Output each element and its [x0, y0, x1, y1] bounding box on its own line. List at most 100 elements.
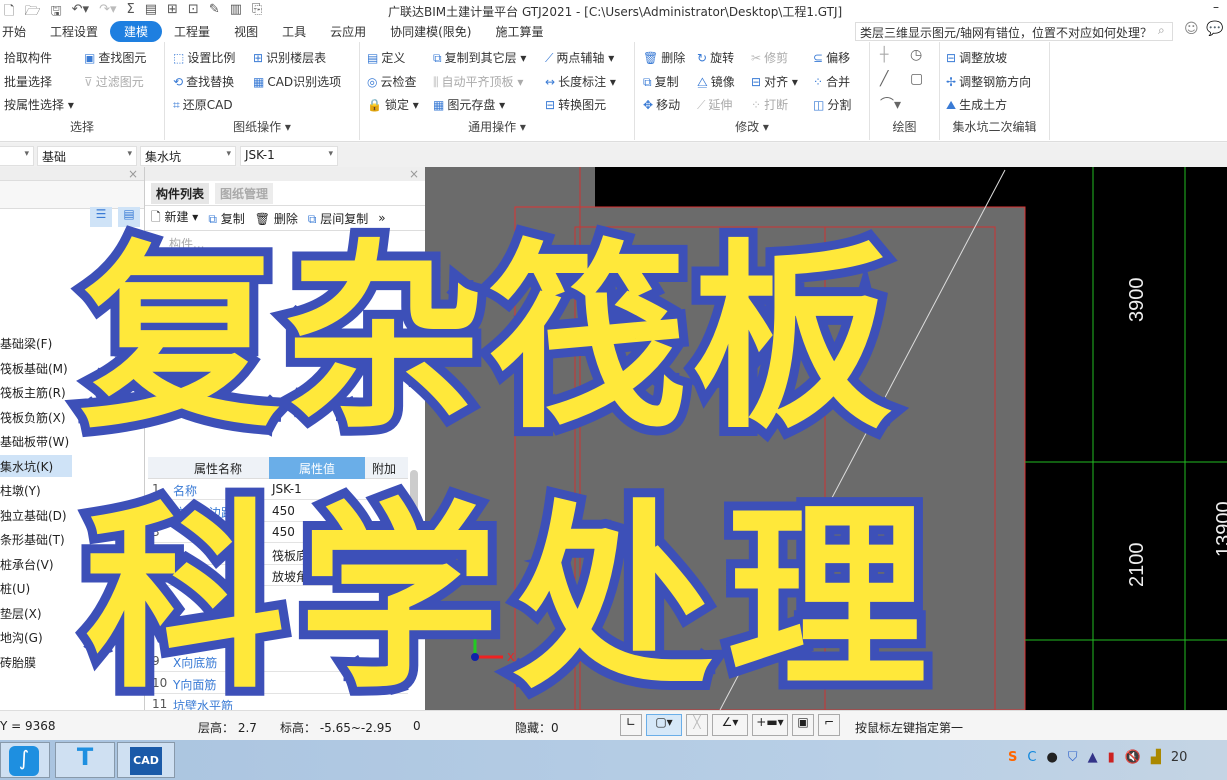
- display-icon[interactable]: ▣: [792, 714, 814, 736]
- type-select[interactable]: 集水坑: [140, 146, 236, 166]
- tree-item[interactable]: 条形基础(T): [0, 528, 72, 550]
- taskbar-app-glodon[interactable]: ∫: [0, 742, 50, 778]
- tab-quantity[interactable]: 工程量: [162, 23, 222, 40]
- copy-button[interactable]: ⧉ 复制: [643, 73, 679, 90]
- tree-item[interactable]: 桩承台(V): [0, 553, 72, 575]
- point-icon[interactable]: ┼: [880, 47, 888, 63]
- tree-item[interactable]: 筏板主筋(R): [0, 381, 72, 403]
- find-icon: ▣: [84, 51, 96, 65]
- tab-start[interactable]: 开始: [0, 23, 38, 40]
- save-element-button[interactable]: ▦ 图元存盘 ▾: [433, 96, 505, 113]
- break-button[interactable]: ⁘ 打断: [751, 96, 788, 113]
- identify-floor-table-button[interactable]: ⊞ 识别楼层表: [253, 49, 326, 66]
- shield-icon[interactable]: ⛉: [1068, 750, 1078, 765]
- offset-icon[interactable]: +▬▾: [752, 714, 788, 736]
- adjust-rebar-direction-button[interactable]: ✢ 调整钢筋方向: [946, 73, 1031, 90]
- browser-icon[interactable]: C: [1027, 750, 1036, 765]
- trim-button[interactable]: ✂ 修剪: [751, 49, 788, 66]
- arc-mode-icon[interactable]: ⌐: [818, 714, 840, 736]
- tree-item[interactable]: 筏板负筋(X): [0, 406, 72, 428]
- power-icon[interactable]: ▮: [1108, 750, 1115, 765]
- delete-button[interactable]: 🗑 删除: [643, 49, 685, 66]
- rectangle-icon[interactable]: ▢: [910, 71, 923, 87]
- copy-to-layer-button[interactable]: ⧉ 复制到其它层 ▾: [433, 49, 526, 66]
- category-select[interactable]: 基础: [37, 146, 137, 166]
- tree-item[interactable]: 地沟(G): [0, 626, 72, 648]
- minimize-button[interactable]: –: [1213, 0, 1219, 14]
- help-search-input[interactable]: 类层三维显示图元/轴网有错位，位置不对应如何处理？: [855, 22, 1173, 41]
- message-icon[interactable]: 💬: [1206, 21, 1223, 37]
- new-icon: 🗋: [151, 209, 161, 224]
- filter-element-button[interactable]: ⊽ 过滤图元: [84, 73, 144, 90]
- set-scale-button[interactable]: ⬚ 设置比例: [173, 49, 235, 66]
- tree-item[interactable]: 垫层(X): [0, 602, 72, 624]
- restore-cad-button[interactable]: ⌗ 还原CAD: [173, 96, 233, 113]
- line-icon[interactable]: ╱: [880, 71, 888, 87]
- auto-align-button[interactable]: ⫼ 自动平齐顶板 ▾: [433, 73, 523, 90]
- tab-construction[interactable]: 施工算量: [483, 23, 555, 40]
- close-icon[interactable]: ×: [409, 167, 419, 181]
- floor-select[interactable]: [0, 146, 34, 166]
- tab-cloud[interactable]: 云应用: [318, 23, 378, 40]
- tree-item[interactable]: 柱墩(Y): [0, 479, 72, 501]
- align-button[interactable]: ⊟ 对齐 ▾: [751, 73, 798, 90]
- slope-icon: ⊟: [946, 51, 957, 65]
- sogou-icon[interactable]: S: [1008, 750, 1017, 765]
- close-icon[interactable]: ×: [128, 167, 138, 181]
- angle-icon[interactable]: ∠▾: [712, 714, 748, 736]
- find-replace-button[interactable]: ⟲ 查找替换: [173, 73, 234, 90]
- split-button[interactable]: ◫ 分割: [813, 96, 851, 113]
- tray-app-icon[interactable]: ●: [1046, 750, 1057, 765]
- generate-earthwork-button[interactable]: ⛰ 生成土方: [946, 96, 1007, 113]
- ribbon: 拾取构件 批量选择 按属性选择 ▾ ▣ 查找图元 ⊽ 过滤图元 选择 ⬚ 设置比例 ⟲…: [0, 42, 1227, 142]
- tab-view[interactable]: 视图: [222, 23, 270, 40]
- tab-project-settings[interactable]: 工程设置: [38, 23, 110, 40]
- length-dim-button[interactable]: ↔ 长度标注 ▾: [545, 73, 616, 90]
- tab-drawing-management[interactable]: 图纸管理: [215, 183, 274, 204]
- merge-button[interactable]: ⁘ 合并: [813, 73, 850, 90]
- define-button[interactable]: ▤ 定义: [367, 49, 405, 66]
- clock[interactable]: 20: [1171, 750, 1188, 765]
- lock-button[interactable]: 🔒 锁定 ▾: [367, 96, 419, 113]
- component-select[interactable]: JSK-1: [240, 146, 338, 166]
- tray-triangle-icon[interactable]: ▲: [1088, 750, 1098, 765]
- ortho-icon[interactable]: ∟: [620, 714, 642, 736]
- black-area-top: [595, 167, 1227, 207]
- offset-button[interactable]: ⊆ 偏移: [813, 49, 850, 66]
- rotate-button[interactable]: ↻ 旋转: [697, 49, 734, 66]
- taskbar-app-t[interactable]: T: [55, 742, 115, 778]
- network-icon[interactable]: ▟: [1151, 750, 1161, 765]
- batch-select-button[interactable]: 批量选择: [4, 73, 52, 90]
- pick-component-button[interactable]: 拾取构件: [4, 49, 52, 66]
- mirror-button[interactable]: ⧋ 镜像: [697, 73, 735, 90]
- copy-icon: ⧉: [643, 75, 652, 89]
- tab-collab[interactable]: 协同建模(限免): [378, 23, 483, 40]
- user-icon[interactable]: ☺: [1184, 21, 1199, 37]
- search-icon[interactable]: ⌕: [1158, 23, 1165, 38]
- extend-button[interactable]: ⟋ 延伸: [697, 96, 732, 113]
- tab-tools[interactable]: 工具: [270, 23, 318, 40]
- tree-item[interactable]: 筏板基础(M): [0, 357, 72, 379]
- snap-icon[interactable]: ▢▾: [646, 714, 682, 736]
- circle-icon[interactable]: ◷: [910, 47, 922, 63]
- volume-muted-icon[interactable]: 🔇: [1125, 750, 1141, 765]
- find-element-button[interactable]: ▣ 查找图元: [84, 49, 146, 66]
- adjust-slope-button[interactable]: ⊟ 调整放坡: [946, 49, 1007, 66]
- cross-icon[interactable]: ╳: [686, 714, 708, 736]
- tree-item[interactable]: 基础梁(F): [0, 332, 72, 354]
- select-by-attr-button[interactable]: 按属性选择 ▾: [4, 96, 74, 113]
- tree-item[interactable]: 独立基础(D): [0, 504, 72, 526]
- tree-item[interactable]: 基础板带(W): [0, 430, 72, 452]
- cad-options-button[interactable]: ▦ CAD识别选项: [253, 73, 341, 90]
- cloud-check-button[interactable]: ◎ 云检查: [367, 73, 417, 90]
- move-button[interactable]: ✥ 移动: [643, 96, 680, 113]
- tree-item[interactable]: 集水坑(K): [0, 454, 72, 477]
- taskbar-app-cad[interactable]: CAD: [117, 742, 175, 778]
- tab-modeling[interactable]: 建模: [110, 20, 163, 42]
- tree-item[interactable]: 砖胎膜: [0, 651, 72, 673]
- tree-item[interactable]: 桩(U): [0, 577, 72, 599]
- two-point-axis-button[interactable]: ⟋ 两点辅轴 ▾: [545, 49, 614, 66]
- arc-icon[interactable]: ⌒▾: [880, 94, 901, 114]
- tab-component-list[interactable]: 构件列表: [151, 183, 210, 204]
- convert-element-button[interactable]: ⊟ 转换图元: [545, 96, 606, 113]
